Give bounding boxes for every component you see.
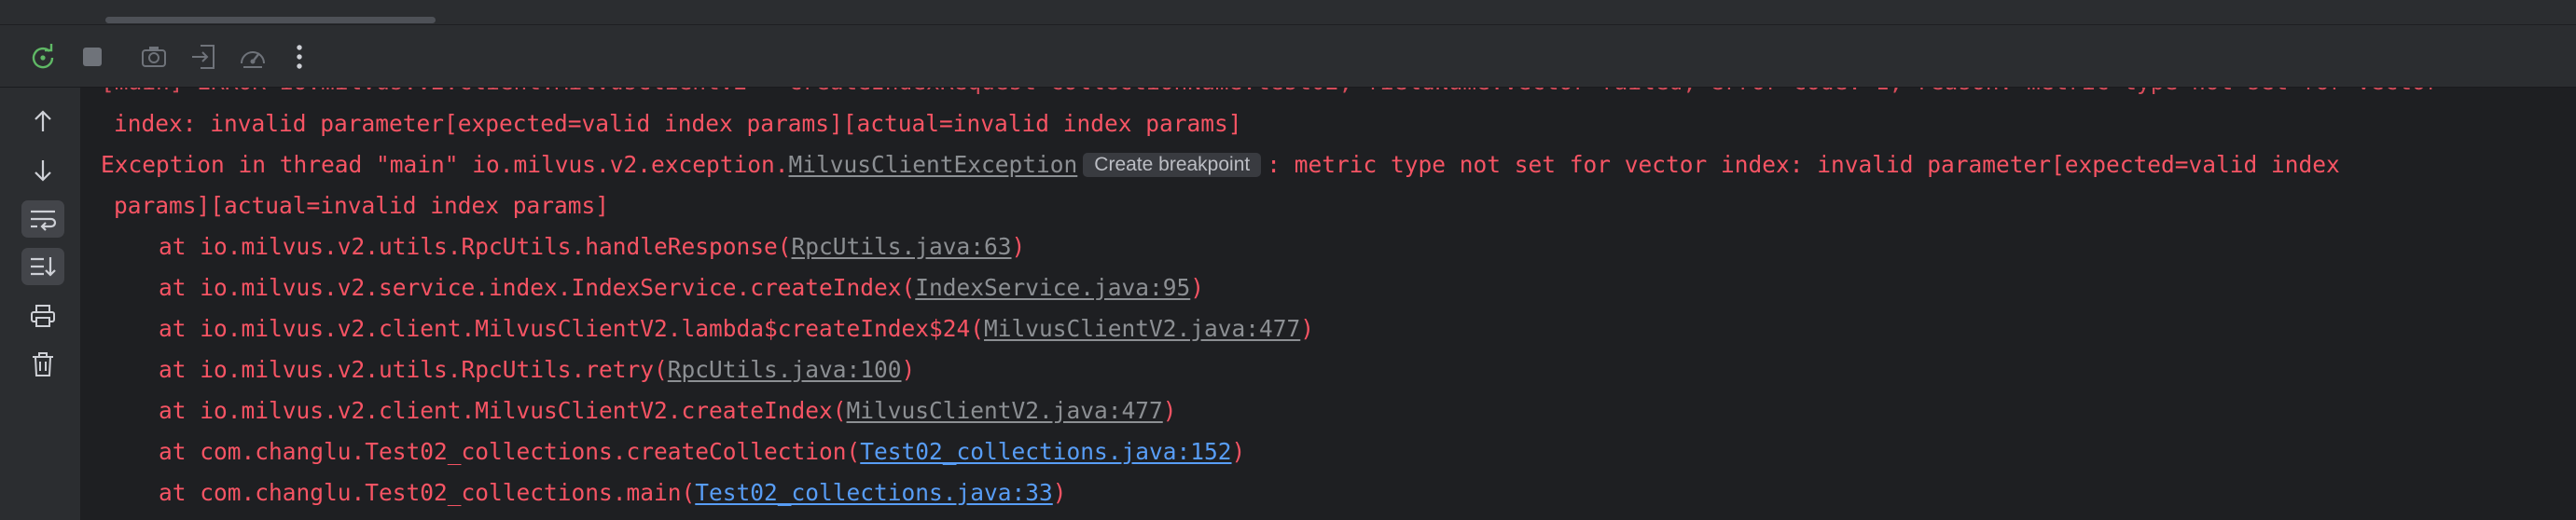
stack-frame-method: at com.changlu.Test02_collections.create… <box>159 438 861 465</box>
stack-frame-method: at io.milvus.v2.utils.RpcUtils.handleRes… <box>159 233 792 260</box>
gauge-icon[interactable] <box>236 40 270 74</box>
exception-continuation: params][actual=invalid index params] <box>114 192 610 219</box>
rerun-icon[interactable] <box>26 40 60 74</box>
soft-wrap-icon[interactable] <box>21 200 64 238</box>
stack-frame-method: at io.milvus.v2.utils.RpcUtils.retry( <box>159 356 668 383</box>
stack-frame-link[interactable]: Test02_collections.java:152 <box>860 438 1231 465</box>
stack-frame: at io.milvus.v2.service.index.IndexServi… <box>159 274 1204 302</box>
stack-frame: at io.milvus.v2.utils.RpcUtils.retry(Rpc… <box>159 356 915 384</box>
trash-icon[interactable] <box>21 346 64 383</box>
scroll-to-end-icon[interactable] <box>21 248 64 285</box>
stack-frame-link[interactable]: Test02_collections.java:33 <box>695 479 1053 506</box>
create-breakpoint-button[interactable]: Create breakpoint <box>1083 153 1262 177</box>
stack-frame-link[interactable]: RpcUtils.java:63 <box>792 233 1012 260</box>
exception-class-link[interactable]: MilvusClientException <box>789 151 1078 178</box>
more-icon[interactable] <box>283 40 316 74</box>
stack-frame-method: at io.milvus.v2.client.MilvusClientV2.cr… <box>159 397 847 424</box>
console-sidebar <box>0 88 81 520</box>
run-toolbar <box>0 25 2576 88</box>
error-line: index: invalid parameter[expected=valid … <box>114 110 1242 137</box>
stack-frame-method: at io.milvus.v2.client.MilvusClientV2.la… <box>159 315 985 342</box>
arrow-down-icon[interactable] <box>21 152 64 189</box>
stack-frame-suffix: ) <box>1052 479 1067 506</box>
stack-frame-suffix: ) <box>1162 397 1177 424</box>
stack-frame-link[interactable]: IndexService.java:95 <box>915 274 1190 301</box>
print-icon[interactable] <box>21 297 64 335</box>
stack-frame: at io.milvus.v2.client.MilvusClientV2.cr… <box>159 397 1177 425</box>
exception-prefix: Exception in thread "main" io.milvus.v2.… <box>101 151 789 178</box>
exit-icon[interactable] <box>187 40 220 74</box>
stack-frame-suffix: ) <box>1231 438 1246 465</box>
arrow-up-icon[interactable] <box>21 103 64 140</box>
stack-frame-suffix: ) <box>1011 233 1026 260</box>
stack-frame-link[interactable]: RpcUtils.java:100 <box>668 356 902 383</box>
stack-frame-link[interactable]: MilvusClientV2.java:477 <box>984 315 1300 342</box>
stack-frame-method: at io.milvus.v2.service.index.IndexServi… <box>159 274 916 301</box>
stack-frame-method: at com.changlu.Test02_collections.main( <box>159 479 696 506</box>
stack-frame: at com.changlu.Test02_collections.create… <box>159 438 1245 466</box>
stack-frame-link[interactable]: MilvusClientV2.java:477 <box>847 397 1163 424</box>
stack-frame: at com.changlu.Test02_collections.main(T… <box>159 479 1067 507</box>
exception-line: Exception in thread "main" io.milvus.v2.… <box>101 151 2340 179</box>
stack-frame-suffix: ) <box>901 356 916 383</box>
partial-log-line: [main] ERROR io.milvus.v2.client.MilvusC… <box>101 88 2440 96</box>
stack-frame: at io.milvus.v2.utils.RpcUtils.handleRes… <box>159 233 1025 261</box>
exception-message: : metric type not set for vector index: … <box>1267 151 2340 178</box>
stop-icon[interactable] <box>76 40 109 74</box>
stack-frame-suffix: ) <box>1190 274 1205 301</box>
console-output[interactable]: [main] ERROR io.milvus.v2.client.MilvusC… <box>81 88 2576 520</box>
horizontal-scrollbar[interactable] <box>105 17 436 23</box>
stack-frame-suffix: ) <box>1300 315 1315 342</box>
tab-strip <box>0 0 2576 25</box>
stack-frame: at io.milvus.v2.client.MilvusClientV2.la… <box>159 315 1314 343</box>
camera-icon[interactable] <box>137 40 171 74</box>
